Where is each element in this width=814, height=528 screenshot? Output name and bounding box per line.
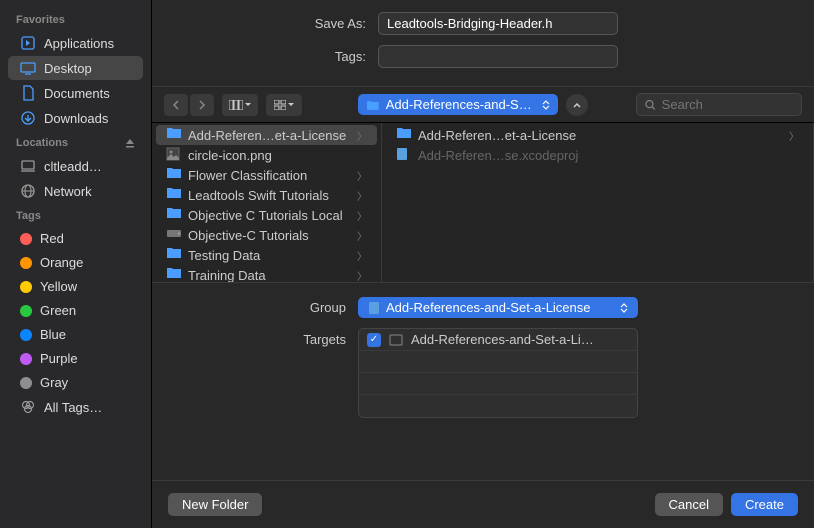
targets-label: Targets [176, 328, 346, 347]
save-as-label: Save As: [176, 16, 366, 31]
folder-icon [166, 167, 182, 183]
chevron-right-icon: 〉 [357, 128, 367, 143]
sidebar-item-documents[interactable]: Documents [8, 81, 143, 105]
tag-dot [20, 353, 32, 365]
sidebar-item-cltleadd[interactable]: cltleadd… [8, 154, 143, 178]
tags-label: Tags: [176, 49, 366, 64]
group-dropdown[interactable]: Add-References-and-Set-a-License [358, 297, 638, 318]
sidebar-item-purple[interactable]: Purple [8, 347, 143, 370]
file-item[interactable]: Objective-C Tutorials〉 [156, 225, 377, 245]
chevron-right-icon: 〉 [357, 188, 367, 203]
grid-view-button[interactable] [266, 94, 302, 116]
forward-button[interactable] [190, 94, 214, 116]
sidebar-item-yellow[interactable]: Yellow [8, 275, 143, 298]
search-icon [645, 99, 656, 111]
targets-list[interactable]: ✓ Add-References-and-Set-a-Li… [358, 328, 638, 418]
save-as-input[interactable] [378, 12, 618, 35]
folder-icon [166, 247, 182, 263]
new-folder-button[interactable]: New Folder [168, 493, 262, 516]
sidebar-item-applications[interactable]: Applications [8, 31, 143, 55]
file-item[interactable]: Flower Classification〉 [156, 165, 377, 185]
file-browser: Add-Referen…et-a-License〉circle-icon.png… [152, 123, 814, 283]
chevron-right-icon: 〉 [357, 228, 367, 243]
file-item[interactable]: Training Data〉 [156, 265, 377, 282]
file-item[interactable]: Add-Referen…se.xcodeproj [386, 145, 809, 165]
computer-icon [20, 158, 36, 174]
app-icon [389, 334, 403, 346]
column-2[interactable]: Add-Referen…et-a-License〉Add-Referen…se.… [382, 123, 814, 282]
file-item[interactable]: Testing Data〉 [156, 245, 377, 265]
sidebar-item-network[interactable]: Network [8, 179, 143, 203]
tags-input[interactable] [378, 45, 618, 68]
chevron-right-icon: 〉 [789, 128, 799, 143]
column-view-button[interactable] [222, 94, 258, 116]
chevron-right-icon: 〉 [357, 168, 367, 183]
updown-icon [620, 303, 628, 313]
chevron-right-icon: 〉 [357, 268, 367, 283]
create-button[interactable]: Create [731, 493, 798, 516]
network-icon [20, 183, 36, 199]
path-dropdown[interactable]: Add-References-and-Se… [358, 94, 558, 115]
target-checkbox[interactable]: ✓ [367, 333, 381, 347]
folder-icon [396, 127, 412, 143]
search-input[interactable] [662, 97, 793, 112]
sidebar-section-header: Tags [0, 204, 151, 226]
tag-dot [20, 257, 32, 269]
tag-dot [20, 329, 32, 341]
file-item[interactable]: Objective C Tutorials Local〉 [156, 205, 377, 225]
target-row[interactable]: ✓ Add-References-and-Set-a-Li… [359, 329, 637, 351]
sidebar-item-alltags[interactable]: All Tags… [8, 395, 143, 419]
sidebar-item-green[interactable]: Green [8, 299, 143, 322]
file-item[interactable]: Leadtools Swift Tutorials〉 [156, 185, 377, 205]
toolbar: Add-References-and-Se… [152, 86, 814, 123]
folder-icon [166, 187, 182, 203]
chevron-right-icon: 〉 [357, 248, 367, 263]
sidebar-item-gray[interactable]: Gray [8, 371, 143, 394]
sidebar-item-blue[interactable]: Blue [8, 323, 143, 346]
folder-icon [366, 99, 380, 111]
applications-icon [20, 35, 36, 51]
updown-icon [542, 100, 550, 110]
collapse-button[interactable] [566, 94, 588, 116]
tag-dot [20, 377, 32, 389]
sidebar-section-header: Locations [0, 131, 151, 153]
folder-icon [166, 267, 182, 282]
documents-icon [20, 85, 36, 101]
sidebar-item-downloads[interactable]: Downloads [8, 106, 143, 130]
file-item[interactable]: Add-Referen…et-a-License〉 [386, 125, 809, 145]
xcode-file-icon [368, 301, 380, 315]
hdd-icon [166, 227, 182, 243]
tag-dot [20, 233, 32, 245]
column-1[interactable]: Add-Referen…et-a-License〉circle-icon.png… [152, 123, 382, 282]
file-item[interactable]: Add-Referen…et-a-License〉 [156, 125, 377, 145]
sidebar: FavoritesApplicationsDesktopDocumentsDow… [0, 0, 152, 528]
chevron-right-icon: 〉 [357, 208, 367, 223]
sidebar-item-red[interactable]: Red [8, 227, 143, 250]
image-icon [166, 147, 182, 163]
folder-icon [166, 127, 182, 143]
sidebar-item-orange[interactable]: Orange [8, 251, 143, 274]
desktop-icon [20, 60, 36, 76]
file-item[interactable]: circle-icon.png [156, 145, 377, 165]
alltags-icon [20, 399, 36, 415]
cancel-button[interactable]: Cancel [655, 493, 723, 516]
sidebar-section-header: Favorites [0, 8, 151, 30]
sidebar-item-desktop[interactable]: Desktop [8, 56, 143, 80]
tag-dot [20, 305, 32, 317]
xcode-icon [396, 147, 412, 163]
tag-dot [20, 281, 32, 293]
back-button[interactable] [164, 94, 188, 116]
folder-icon [166, 207, 182, 223]
eject-icon[interactable] [125, 138, 135, 148]
group-label: Group [176, 300, 346, 315]
search-box[interactable] [636, 93, 802, 116]
downloads-icon [20, 110, 36, 126]
main-panel: Save As: Tags: Add-References-and-Se… [152, 0, 814, 528]
footer: New Folder Cancel Create [152, 480, 814, 528]
